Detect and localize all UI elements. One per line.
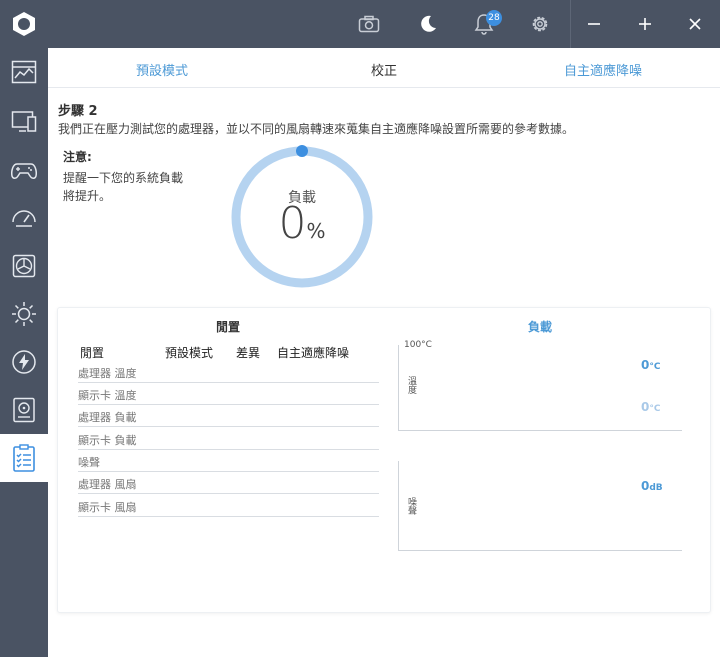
moon-icon	[421, 15, 436, 32]
step-description: 我們正在壓力測試您的處理器，並以不同的風扇轉速來蒐集自主適應降噪設置所需要的參考…	[58, 122, 575, 136]
temperature-chart	[398, 345, 682, 431]
gear-icon	[532, 16, 548, 32]
maximize-button[interactable]	[633, 0, 657, 48]
step-title: 步驟 2	[58, 104, 98, 119]
noise-reading: 0dB	[641, 479, 663, 493]
settings-button[interactable]	[526, 0, 554, 48]
app-logo-icon	[13, 12, 35, 36]
maximize-icon	[639, 18, 651, 30]
temperature-unit: °C	[649, 362, 661, 372]
noise-chart	[398, 461, 682, 551]
sidebar-item-monitor[interactable]	[0, 98, 48, 146]
temperature-reading-cpu: 0°C	[641, 358, 660, 372]
title-bar: 28	[0, 0, 720, 48]
titlebar-divider	[570, 0, 571, 48]
table-row: 處理器 風扇	[78, 472, 379, 494]
fan-icon	[12, 254, 36, 278]
speedometer-icon	[12, 210, 36, 227]
minimize-button[interactable]	[582, 0, 606, 48]
temperature-reading-gpu: 0°C	[641, 400, 660, 414]
checklist-icon	[13, 444, 35, 472]
temperature-unit: °C	[649, 404, 661, 414]
close-icon	[689, 18, 701, 30]
gauge-number: 0	[278, 198, 307, 249]
sidebar-item-storage[interactable]	[0, 386, 48, 434]
table-row: 顯示卡 負載	[78, 428, 379, 450]
dashboard-icon	[11, 60, 37, 84]
gauge-value: 0%	[229, 198, 375, 249]
gauge-unit: %	[306, 219, 326, 243]
table-row: 處理器 負載	[78, 405, 379, 427]
note-title: 注意:	[63, 150, 92, 164]
note-body: 提醒一下您的系統負載將提升。	[63, 171, 184, 203]
mode-tabs: 預設模式 校正 自主適應降噪	[48, 48, 720, 88]
sidebar-item-dashboard[interactable]	[0, 48, 48, 96]
minimize-icon	[588, 23, 600, 25]
temperature-axis-label: 溫度	[406, 376, 416, 394]
sidebar-item-fan[interactable]	[0, 242, 48, 290]
gamepad-icon	[11, 163, 37, 179]
tab-calibration[interactable]: 校正	[371, 60, 397, 79]
camera-icon	[358, 15, 380, 33]
table-row: 噪聲	[78, 450, 379, 472]
column-adaptive-noise: 自主適應降噪	[277, 346, 350, 360]
sidebar-item-checklist[interactable]	[0, 434, 48, 482]
notification-badge: 28	[486, 10, 502, 26]
noise-axis-label: 噪聲	[406, 497, 416, 515]
lightning-icon	[12, 350, 36, 374]
monitor-icon	[11, 111, 37, 132]
column-difference: 差異	[236, 346, 261, 360]
gauge-indicator	[296, 145, 308, 157]
column-idle: 閒置	[80, 346, 105, 360]
tab-adaptive-noise[interactable]: 自主適應降噪	[564, 60, 642, 79]
load-section-title: 負載	[528, 320, 553, 334]
column-default-mode: 預設模式	[165, 346, 214, 360]
sidebar-item-performance[interactable]	[0, 194, 48, 242]
storage-icon	[13, 397, 35, 423]
temperature-axis-max: 100°C	[404, 340, 432, 350]
brightness-icon	[12, 302, 36, 326]
sidebar-item-lighting[interactable]	[0, 290, 48, 338]
noise-unit: dB	[649, 483, 663, 493]
sidebar-item-power[interactable]	[0, 338, 48, 386]
idle-section-title: 閒置	[216, 320, 241, 334]
camera-button[interactable]	[355, 0, 383, 48]
table-row: 處理器 溫度	[78, 361, 379, 383]
table-row: 顯示卡 溫度	[78, 383, 379, 405]
close-button[interactable]	[683, 0, 707, 48]
tab-default-mode[interactable]: 預設模式	[136, 60, 188, 79]
sidebar-item-gaming[interactable]	[0, 146, 48, 194]
table-row: 顯示卡 風扇	[78, 495, 379, 517]
dark-mode-button[interactable]	[414, 0, 442, 48]
sidebar	[0, 48, 48, 657]
